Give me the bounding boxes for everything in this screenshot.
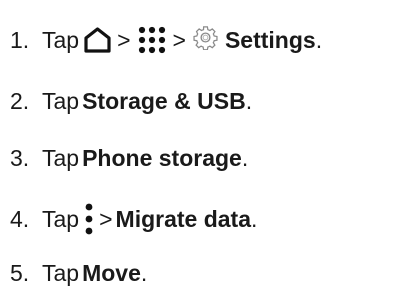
migrate-data-label: Migrate data: [115, 205, 252, 232]
menu-more-icon: [83, 201, 95, 237]
separator: >: [99, 205, 113, 232]
step-4: 4. Tap > Migrate data .: [10, 194, 257, 244]
gear-icon: [193, 25, 218, 50]
step-verb: Tap: [42, 26, 80, 53]
separator: >: [172, 26, 186, 53]
separator: >: [117, 26, 131, 53]
step-5: 5. Tap Move .: [10, 248, 147, 298]
storage-usb-label: Storage & USB: [82, 87, 246, 114]
step-verb: Tap: [42, 87, 80, 114]
step-3: 3. Tap Phone storage .: [10, 133, 248, 183]
step-verb: Tap: [42, 205, 80, 232]
step-number: 4.: [10, 205, 30, 232]
step-number: 3.: [10, 144, 30, 171]
settings-label: Settings: [224, 26, 316, 53]
home-icon: [83, 26, 112, 54]
move-label: Move: [82, 259, 141, 286]
period: .: [140, 259, 148, 286]
step-number: 2.: [10, 87, 30, 114]
step-number: 1.: [10, 26, 30, 53]
step-verb: Tap: [42, 259, 80, 286]
period: .: [251, 205, 258, 232]
phone-storage-label: Phone storage: [82, 144, 242, 171]
step-1: 1. Tap > > Settings .: [10, 15, 322, 65]
step-verb: Tap: [42, 144, 80, 171]
step-2: 2. Tap Storage & USB .: [10, 76, 252, 126]
period: .: [241, 144, 249, 171]
period: .: [315, 26, 323, 53]
apps-grid-icon: [136, 24, 168, 56]
step-number: 5.: [10, 259, 30, 286]
instruction-list: 1. Tap > > Settings . 2. Tap Storage & U…: [0, 0, 412, 300]
period: .: [245, 87, 253, 114]
